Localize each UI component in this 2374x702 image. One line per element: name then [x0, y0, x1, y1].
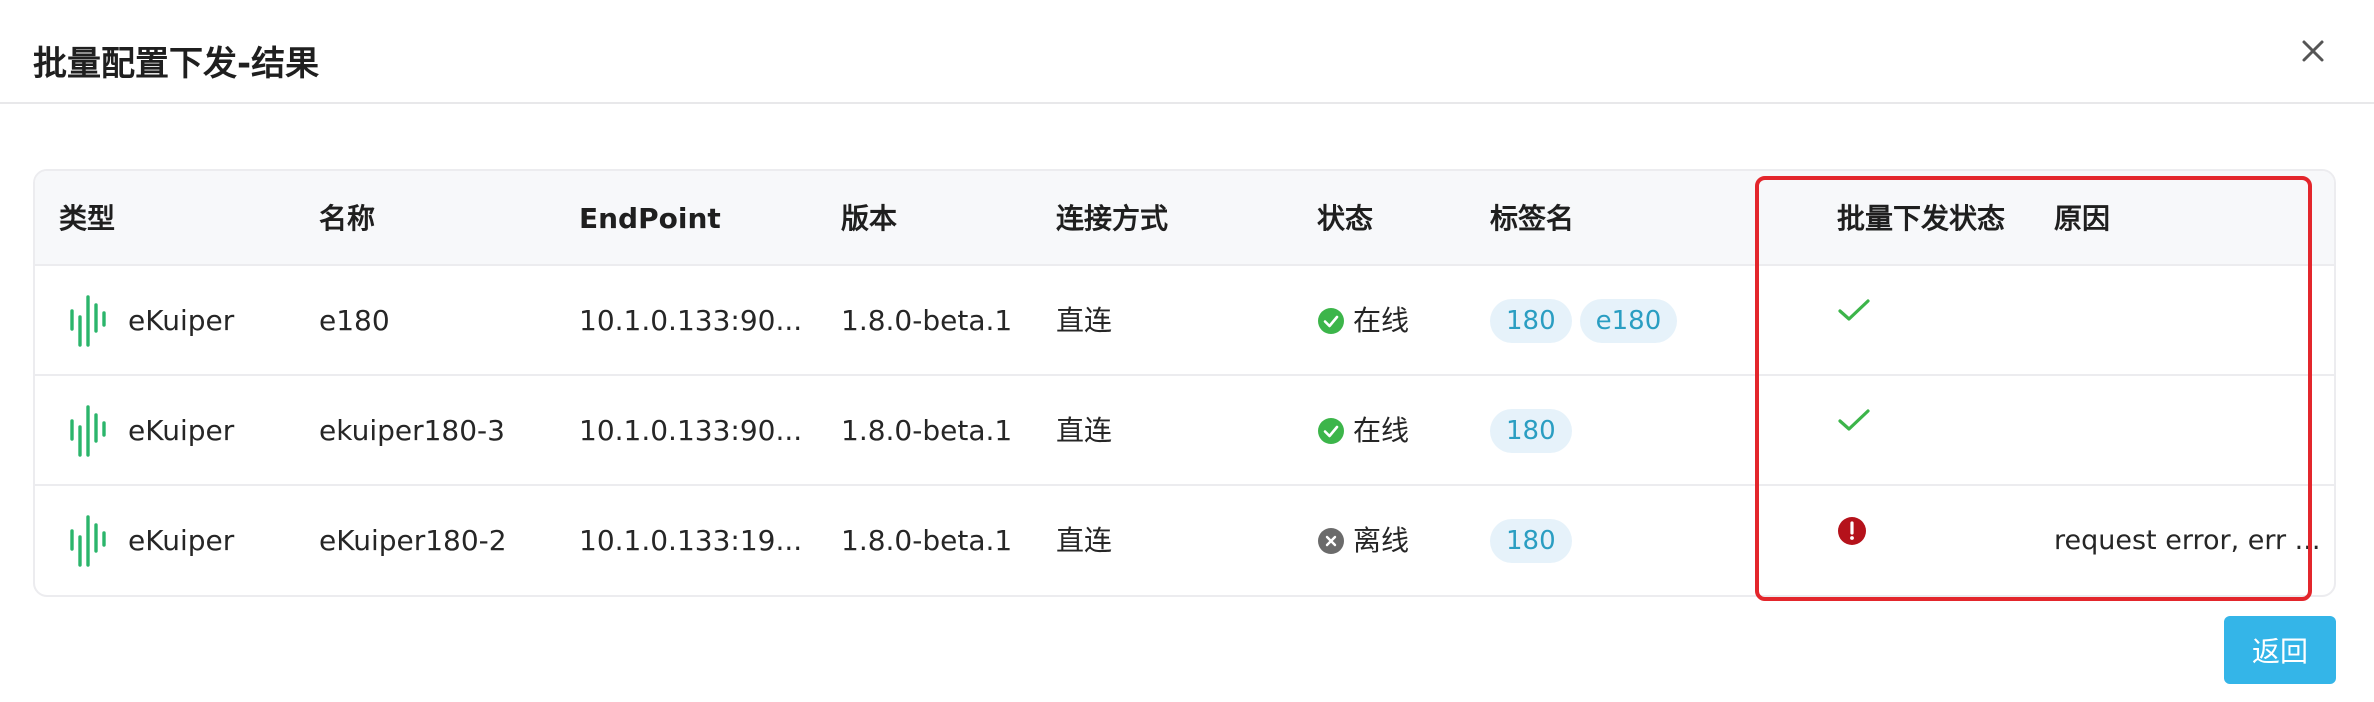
- status-cell: 离线: [1317, 486, 1477, 595]
- tag-badge: 180: [1490, 299, 1572, 343]
- tag-badge: e180: [1579, 299, 1678, 343]
- name-cell: ekuiper180-3: [319, 414, 505, 447]
- endpoint-cell: 10.1.0.133:19...: [579, 524, 803, 557]
- results-table: 类型 名称 EndPoint 版本 连接方式 状态 标签名 批量下发状态 原因 …: [33, 169, 2336, 597]
- column-header-result: 批量下发状态: [1837, 202, 2006, 235]
- type-label: eKuiper: [128, 524, 235, 557]
- back-button[interactable]: 返回: [2224, 616, 2336, 684]
- modal-title: 批量配置下发-结果: [33, 44, 320, 84]
- column-header-name: 名称: [319, 202, 376, 235]
- name-cell: e180: [319, 304, 390, 337]
- column-header-version: 版本: [841, 202, 898, 235]
- version-cell: 1.8.0-beta.1: [841, 414, 1013, 447]
- error-exclamation-icon: [1838, 517, 1866, 545]
- status-label: 离线: [1353, 524, 1410, 557]
- connection-cell: 直连: [1056, 414, 1113, 447]
- column-header-reason: 原因: [2054, 202, 2111, 235]
- ekuiper-logo-icon: [70, 405, 106, 457]
- column-header-status: 状态: [1317, 202, 1374, 235]
- online-check-icon: [1318, 308, 1344, 334]
- table-header: 类型 名称 EndPoint 版本 连接方式 状态 标签名 批量下发状态 原因: [35, 171, 2334, 266]
- reason-cell: [2054, 376, 2314, 486]
- result-cell: [1837, 476, 2017, 586]
- status-cell: 在线: [1317, 266, 1477, 376]
- endpoint-cell: 10.1.0.133:90...: [579, 414, 803, 447]
- connection-cell: 直连: [1056, 304, 1113, 337]
- reason-cell: request error, err ...: [2054, 525, 2319, 556]
- status-label: 在线: [1353, 414, 1410, 447]
- type-cell: eKuiper: [68, 266, 308, 376]
- table-row: eKuiper eKuiper180-2 10.1.0.133:19... 1.…: [35, 486, 2334, 595]
- column-header-endpoint: EndPoint: [579, 202, 721, 235]
- result-cell: [1837, 256, 2017, 366]
- online-check-icon: [1318, 418, 1344, 444]
- type-cell: eKuiper: [68, 486, 308, 595]
- name-cell: eKuiper180-2: [319, 524, 507, 557]
- result-cell: [1837, 366, 2017, 476]
- offline-x-icon: [1318, 528, 1344, 554]
- type-cell: eKuiper: [68, 376, 308, 486]
- type-label: eKuiper: [128, 414, 235, 447]
- version-cell: 1.8.0-beta.1: [841, 304, 1013, 337]
- close-icon[interactable]: [2290, 28, 2336, 74]
- success-check-icon: [1838, 409, 1870, 431]
- tag-badge: 180: [1490, 409, 1572, 453]
- tag-badge: 180: [1490, 519, 1572, 563]
- tags-cell: 180 e180: [1490, 266, 1790, 376]
- tags-cell: 180: [1490, 376, 1790, 486]
- status-cell: 在线: [1317, 376, 1477, 486]
- ekuiper-logo-icon: [70, 515, 106, 567]
- type-label: eKuiper: [128, 304, 235, 337]
- table-row: eKuiper e180 10.1.0.133:90... 1.8.0-beta…: [35, 266, 2334, 376]
- success-check-icon: [1838, 299, 1870, 321]
- table-row: eKuiper ekuiper180-3 10.1.0.133:90... 1.…: [35, 376, 2334, 486]
- endpoint-cell: 10.1.0.133:90...: [579, 304, 803, 337]
- reason-cell: [2054, 266, 2314, 376]
- tags-cell: 180: [1490, 486, 1790, 595]
- version-cell: 1.8.0-beta.1: [841, 524, 1013, 557]
- modal-header: 批量配置下发-结果: [0, 0, 2374, 104]
- column-header-type: 类型: [59, 202, 116, 235]
- column-header-connection: 连接方式: [1056, 202, 1169, 235]
- connection-cell: 直连: [1056, 524, 1113, 557]
- status-label: 在线: [1353, 304, 1410, 337]
- column-header-tags: 标签名: [1490, 202, 1575, 235]
- ekuiper-logo-icon: [70, 295, 106, 347]
